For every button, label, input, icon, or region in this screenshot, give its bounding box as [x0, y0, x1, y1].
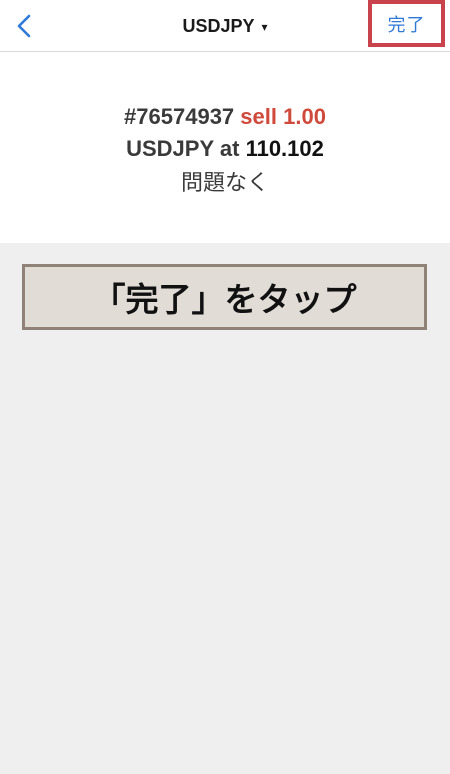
- order-ticket-line: #76574937 sell 1.00: [0, 104, 450, 130]
- ticket-number: #76574937: [124, 104, 235, 129]
- order-symbol: USDJPY: [126, 136, 214, 161]
- instruction-callout: 「完了」をタップ: [22, 264, 427, 330]
- done-button[interactable]: 完了: [388, 11, 426, 37]
- back-button[interactable]: [6, 8, 42, 44]
- order-volume: 1.00: [283, 104, 326, 129]
- order-price: 110.102: [245, 136, 324, 161]
- order-side: sell: [240, 104, 277, 129]
- symbol-selector[interactable]: USDJPY: [182, 16, 254, 37]
- order-price-line: USDJPY at 110.102: [0, 136, 450, 162]
- chevron-left-icon: [17, 14, 31, 38]
- order-status: 問題なく: [180, 171, 269, 196]
- order-result-panel: #76574937 sell 1.00 USDJPY at 110.102 問題…: [0, 52, 450, 243]
- done-highlight-frame: 完了: [368, 0, 445, 47]
- at-label: at: [219, 136, 240, 161]
- navigation-bar: USDJPY ▾ 完了: [0, 0, 450, 52]
- caret-down-icon[interactable]: ▾: [262, 20, 268, 34]
